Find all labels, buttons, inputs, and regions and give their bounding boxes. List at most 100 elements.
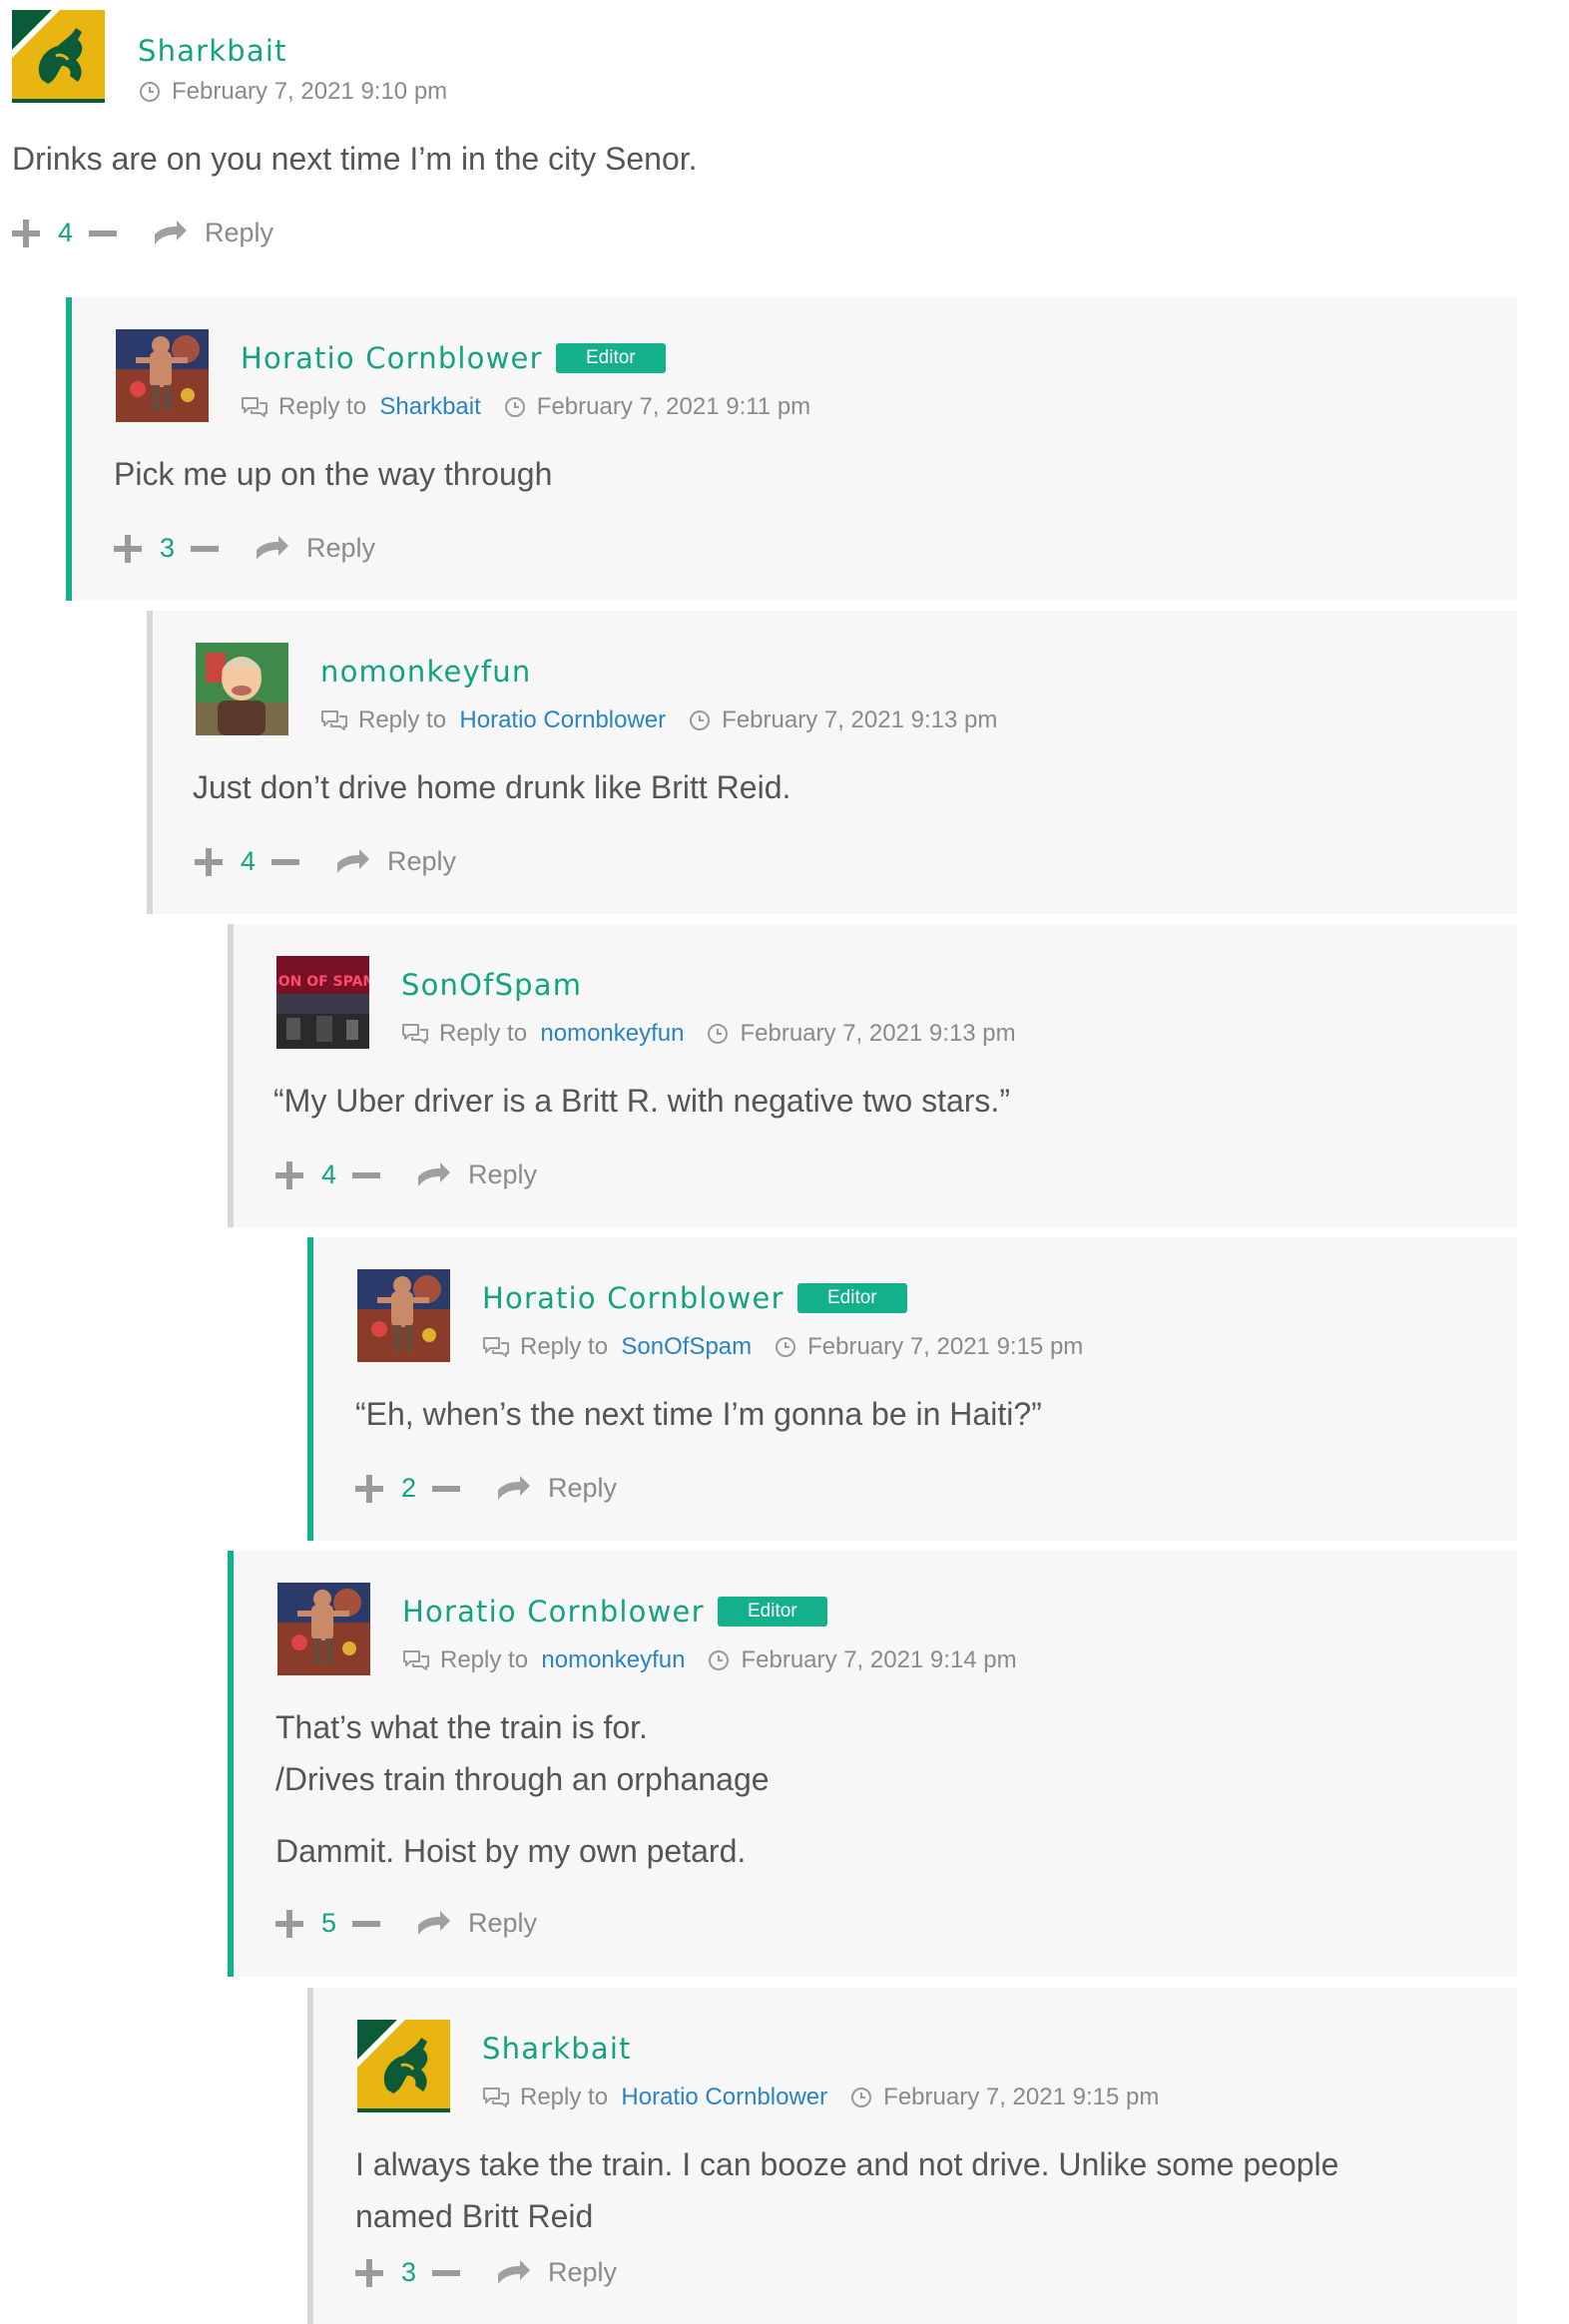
comment-date[interactable]: February 7, 2021 9:13 pm [740,1020,1015,1048]
reply-button[interactable]: Reply [387,846,456,877]
downvote-button[interactable] [432,2269,461,2276]
comment-text: Just don’t drive home drunk like Britt R… [193,761,790,813]
reply-button[interactable]: Reply [468,1908,537,1939]
chat-icon [320,708,348,732]
comment-text: I always take the train. I can booze and… [355,2138,1338,2242]
avatar[interactable] [116,329,209,422]
comment-actions: 4 Reply [12,218,273,248]
comment-author[interactable]: Sharkbait [138,34,287,68]
comment-text: That’s what the train is for. /Drives tr… [275,1701,770,1877]
comment-text: Pick me up on the way through [114,448,552,500]
reply-to-label: Reply to [520,2084,609,2110]
comment-actions: 3 Reply [355,2257,617,2288]
clock-icon [849,2086,873,2109]
comment-line: That’s what the train is for. [275,1709,648,1745]
comment-author[interactable]: nomonkeyfun [320,655,531,689]
comment-meta: Reply to Horatio Cornblower February 7, … [482,2084,1159,2111]
reply-to-label: Reply to [358,706,447,733]
vote-count: 4 [321,1160,337,1189]
comment-actions: 4 Reply [275,1160,537,1190]
comment-reply: Horatio Cornblower Editor Reply to Shark… [66,297,1517,601]
reply-arrow-icon[interactable] [335,849,369,875]
downvote-button[interactable] [352,1171,381,1178]
avatar[interactable]: SON OF SPAM [276,956,369,1049]
clock-icon [707,1648,731,1672]
comment-actions: 3 Reply [114,533,375,564]
downvote-button[interactable] [89,230,118,236]
avatar[interactable] [196,643,288,735]
comment-line: “My Uber driver is a Britt R. with negat… [273,1083,1010,1119]
comment-date[interactable]: February 7, 2021 9:11 pm [537,393,810,421]
comment-meta: Reply to Sharkbait February 7, 2021 9:11… [241,393,810,421]
comment-author[interactable]: Sharkbait [482,2032,632,2066]
comment-author[interactable]: Horatio Cornblower [402,1595,705,1628]
comment-date[interactable]: February 7, 2021 9:15 pm [883,2084,1159,2111]
downvote-button[interactable] [352,1920,381,1927]
reply-arrow-icon[interactable] [496,1476,530,1502]
reply-to-label: Reply to [520,1333,609,1360]
clock-icon [688,708,712,732]
reply-to-link[interactable]: nomonkeyfun [540,1020,684,1048]
avatar-text: SON OF SPAM [276,974,369,990]
avatar[interactable] [357,1269,450,1362]
comment-line: “Eh, when’s the next time I’m gonna be i… [355,1396,1042,1432]
comment-actions: 5 Reply [275,1908,537,1939]
comment-reply: Horatio Cornblower Editor Reply to SonOf… [307,1237,1517,1541]
reply-arrow-icon[interactable] [416,1162,450,1188]
avatar[interactable] [277,1583,370,1675]
chat-icon [482,1335,510,1359]
comment-line: Pick me up on the way through [114,456,553,492]
downvote-button[interactable] [191,545,220,552]
reply-arrow-icon[interactable] [496,2260,530,2286]
comment-date[interactable]: February 7, 2021 9:14 pm [741,1646,1016,1674]
avatar[interactable] [357,2020,450,2112]
reply-to-link[interactable]: Horatio Cornblower [621,2084,827,2111]
upvote-button[interactable] [355,1474,383,1503]
vote-count: 2 [401,1473,417,1503]
reply-to-link[interactable]: Sharkbait [379,393,480,421]
downvote-button[interactable] [271,858,300,865]
comment-line: /Drives train through an orphanage [275,1761,770,1797]
reply-button[interactable]: Reply [548,2257,617,2288]
downvote-button[interactable] [432,1485,461,1492]
editor-badge: Editor [797,1283,907,1313]
comment-meta: Reply to nomonkeyfun February 7, 2021 9:… [401,1020,1016,1048]
avatar[interactable] [12,10,105,103]
upvote-button[interactable] [275,1161,303,1189]
comment-date[interactable]: February 7, 2021 9:15 pm [807,1333,1083,1361]
reply-button[interactable]: Reply [306,533,375,564]
comment-author[interactable]: SonOfSpam [401,968,582,1002]
upvote-button[interactable] [114,534,142,563]
upvote-button[interactable] [195,847,223,876]
comment-line: I always take the train. I can booze and… [355,2146,1339,2182]
editor-badge: Editor [718,1597,827,1627]
upvote-button[interactable] [12,219,40,247]
comment-text: Drinks are on you next time I’m in the c… [12,133,698,185]
reply-arrow-icon[interactable] [153,221,187,246]
reply-button[interactable]: Reply [548,1473,617,1504]
comment-author[interactable]: Horatio Cornblower [482,1281,784,1315]
comment-date[interactable]: February 7, 2021 9:10 pm [172,78,447,106]
chat-icon [402,1648,430,1672]
comment-actions: 2 Reply [355,1473,617,1504]
upvote-button[interactable] [275,1909,303,1938]
comment-author[interactable]: Horatio Cornblower [241,341,543,375]
upvote-button[interactable] [355,2258,383,2287]
comment-line: Drinks are on you next time I’m in the c… [12,141,698,177]
comment-line: Just don’t drive home drunk like Britt R… [193,769,791,805]
comment-line: Dammit. Hoist by my own petard. [275,1833,747,1869]
reply-arrow-icon[interactable] [416,1911,450,1937]
reply-arrow-icon[interactable] [255,536,288,562]
comment-reply: nomonkeyfun Reply to Horatio Cornblower … [147,611,1517,914]
chat-icon [401,1022,429,1046]
reply-to-link[interactable]: nomonkeyfun [541,1646,685,1674]
comment-date[interactable]: February 7, 2021 9:13 pm [722,706,997,734]
clock-icon [706,1022,730,1046]
chat-icon [482,2086,510,2109]
reply-to-label: Reply to [439,1020,528,1047]
reply-button[interactable]: Reply [468,1160,537,1190]
comment-reply: SON OF SPAM SonOfSpam Reply to nomonkeyf… [228,924,1517,1227]
reply-to-link[interactable]: Horatio Cornblower [459,706,666,734]
reply-button[interactable]: Reply [205,218,273,248]
reply-to-link[interactable]: SonOfSpam [621,1333,752,1361]
